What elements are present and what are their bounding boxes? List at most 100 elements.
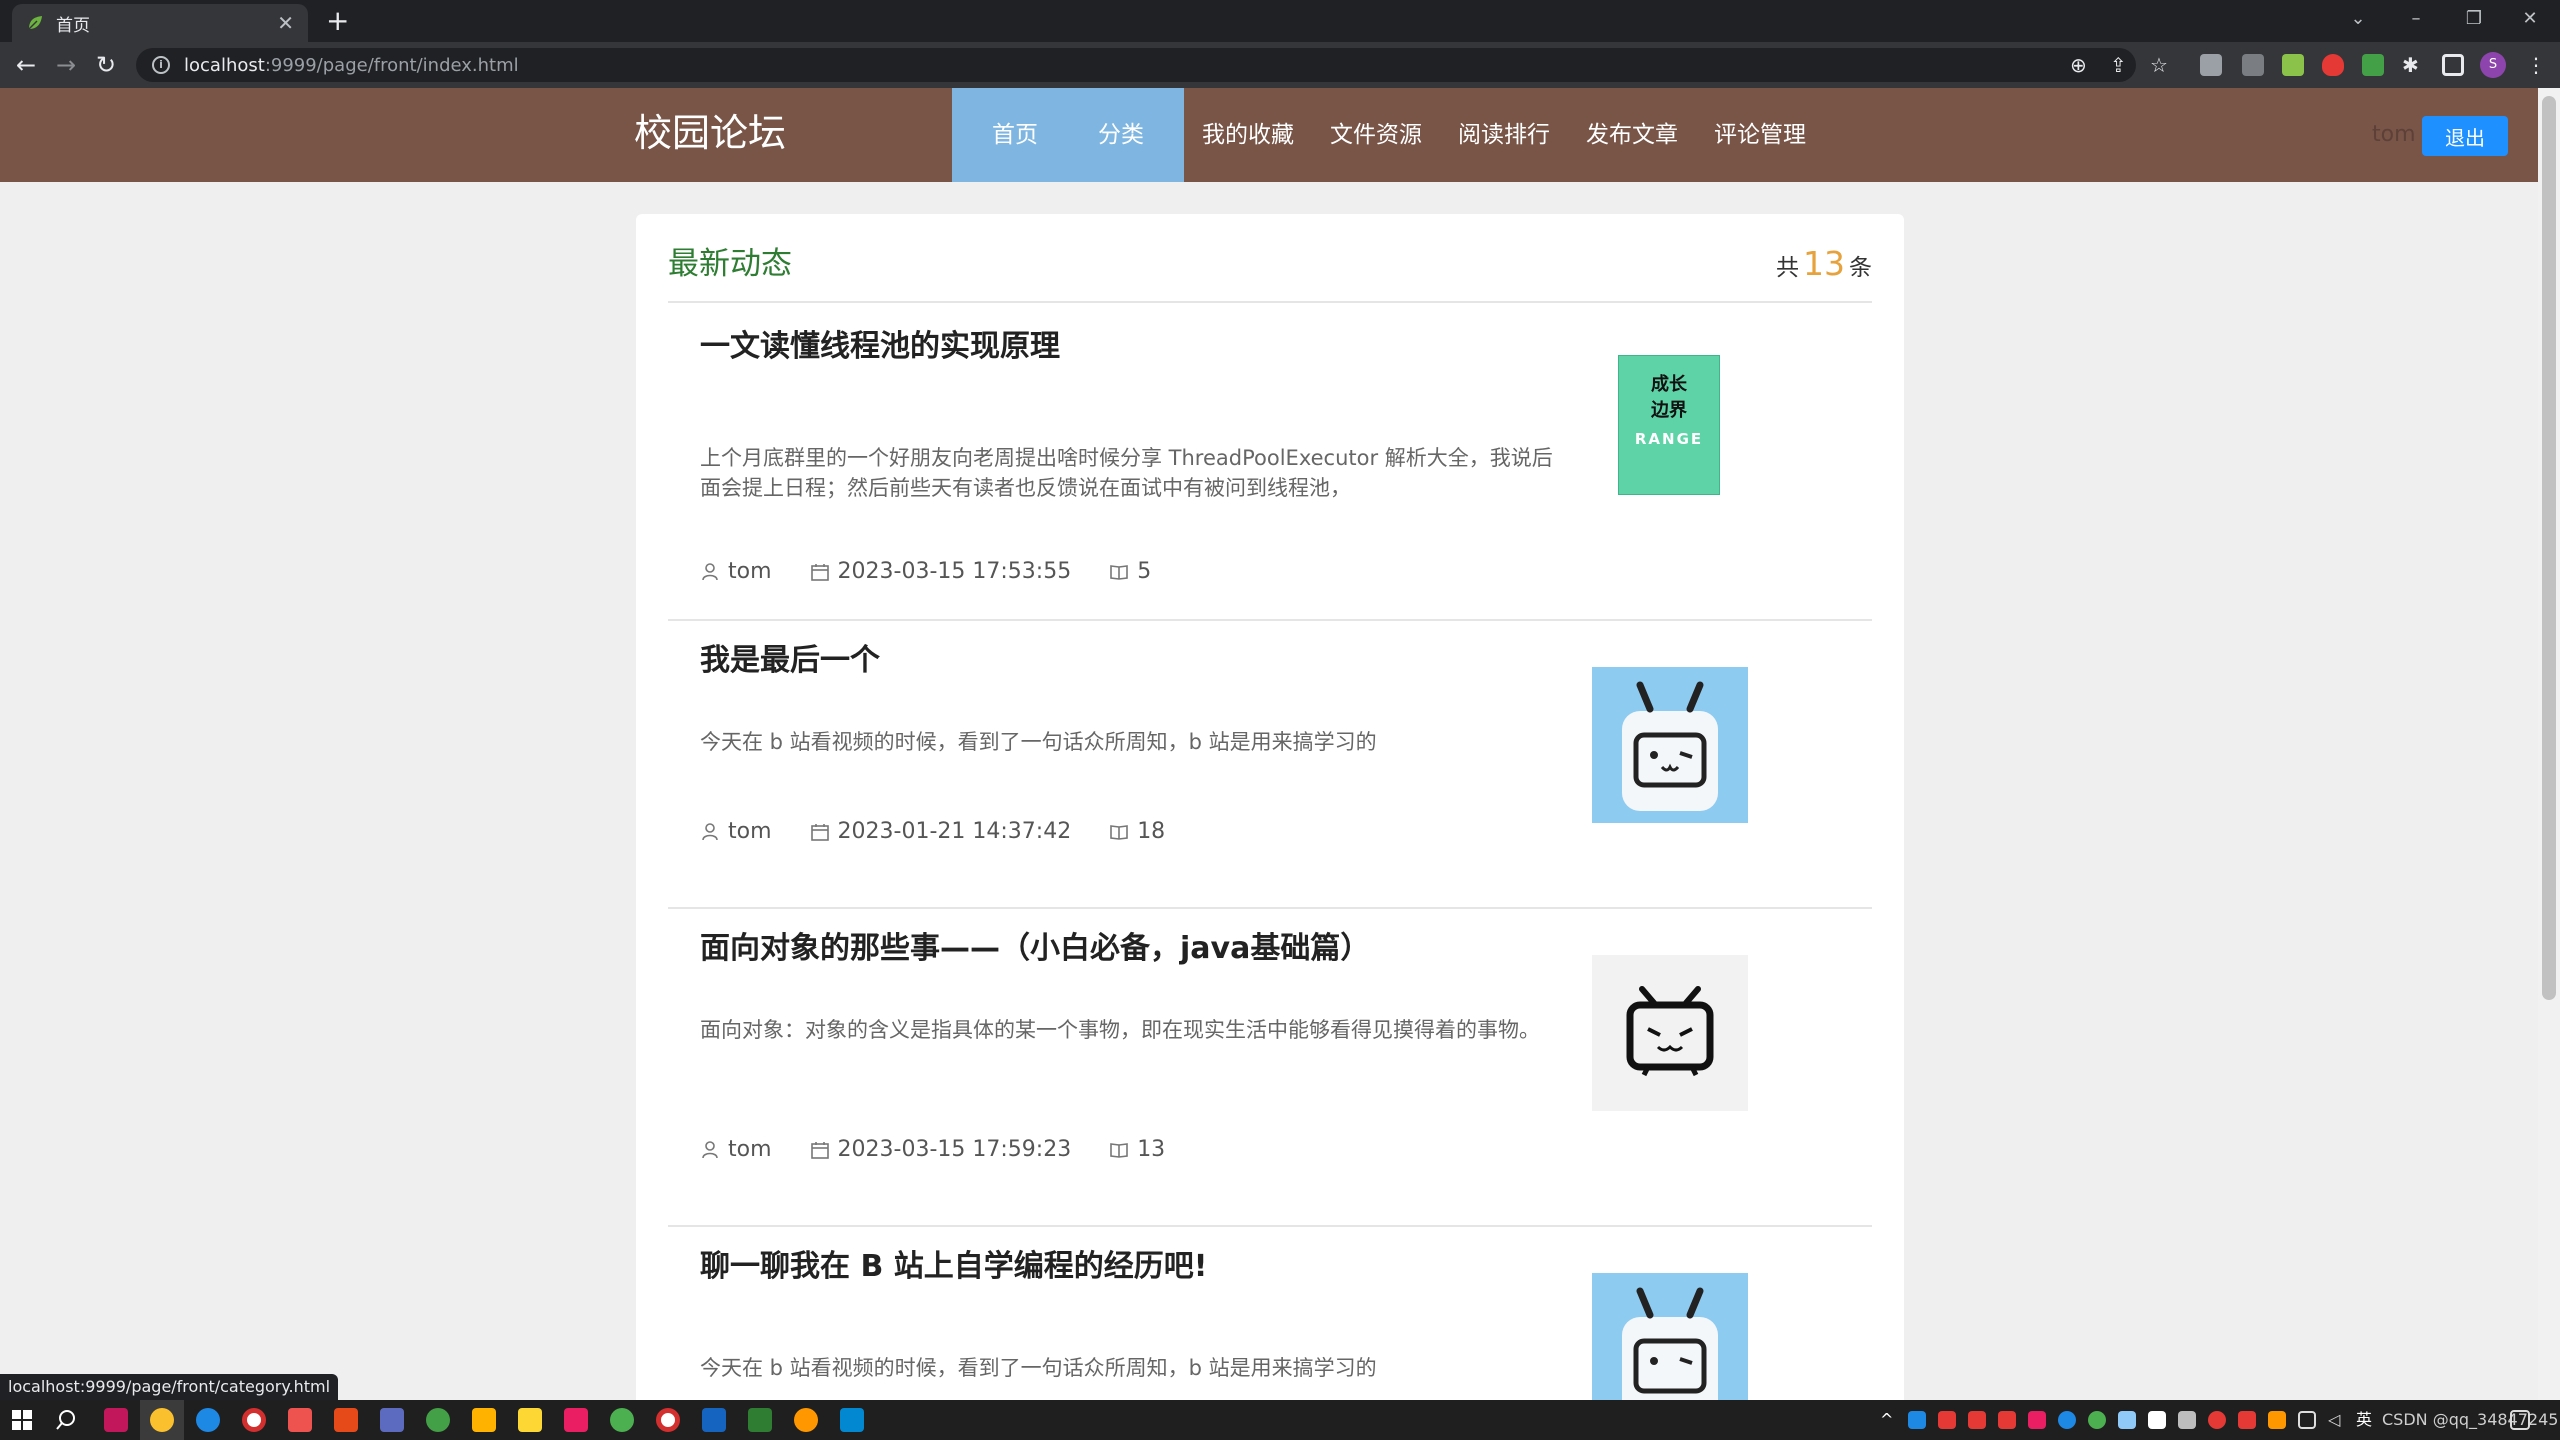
article-title[interactable]: 我是最后一个 [700, 641, 880, 681]
record-icon[interactable] [656, 1408, 680, 1432]
nav-publish[interactable]: 发布文章 [1568, 88, 1696, 182]
app-icon[interactable] [334, 1408, 358, 1432]
scrollbar-thumb[interactable] [2542, 96, 2556, 1000]
tv-mascot-image[interactable] [1592, 1273, 1748, 1400]
article-author: tom [728, 819, 772, 844]
chrome-icon[interactable] [150, 1408, 174, 1432]
browser-tab-bar: 首页 ✕ + ⌄ – ❐ ✕ [0, 0, 2560, 42]
back-icon[interactable]: ← [8, 48, 44, 82]
app-icon[interactable] [288, 1408, 312, 1432]
article-date: 2023-03-15 17:53:55 [837, 559, 1072, 584]
extension-shield-icon[interactable] [2322, 54, 2344, 76]
new-tab-icon[interactable]: + [326, 6, 349, 36]
article-excerpt: 今天在 b 站看视频的时候，看到了一句话众所周知，b 站是用来搞学习的 [700, 1356, 1377, 1380]
tray-icon[interactable] [1968, 1411, 1986, 1429]
nav-ranking[interactable]: 阅读排行 [1440, 88, 1568, 182]
article-excerpt: 面向对象：对象的含义是指具体的某一个事物，即在现实生活中能够看得见摸得着的事物。 [700, 1018, 1540, 1042]
chevron-up-icon[interactable]: ^ [1880, 1408, 1896, 1432]
tray-icon[interactable] [2028, 1411, 2046, 1429]
nav-files[interactable]: 文件资源 [1312, 88, 1440, 182]
search-icon[interactable] [54, 1408, 78, 1432]
count-prefix: 共 [1776, 255, 1799, 281]
reload-icon[interactable]: ↻ [88, 48, 124, 82]
article-item[interactable]: 一文读懂线程池的实现原理 上个月底群里的一个好朋友向老周提出啥时候分享 Thre… [668, 303, 1872, 621]
window-close-icon[interactable]: ✕ [2510, 4, 2550, 34]
article-date: 2023-03-15 17:59:23 [837, 1137, 1072, 1162]
tv-mascot-image[interactable] [1592, 667, 1748, 823]
browser-tab[interactable]: 首页 ✕ [12, 4, 308, 42]
restore-icon[interactable]: ❐ [2454, 4, 2494, 34]
tray-icon[interactable] [1998, 1411, 2016, 1429]
folder-icon[interactable] [472, 1408, 496, 1432]
minimize-icon[interactable]: – [2396, 4, 2436, 34]
nav-comments[interactable]: 评论管理 [1696, 88, 1824, 182]
article-item[interactable]: 面向对象的那些事——（小白必备，java基础篇） 面向对象：对象的含义是指具体的… [668, 909, 1872, 1227]
browser-icon[interactable] [196, 1408, 220, 1432]
star-icon[interactable]: ☆ [2150, 52, 2168, 78]
user-icon [702, 823, 718, 841]
sync-icon[interactable] [426, 1408, 450, 1432]
nav-home[interactable]: 首页 [952, 88, 1078, 182]
address-bar[interactable]: i localhost:9999/page/front/index.html [136, 48, 2136, 82]
tray-icon[interactable] [2118, 1411, 2136, 1429]
calendar-icon [810, 824, 829, 841]
article-views: 18 [1137, 819, 1166, 844]
tv-logo-image[interactable] [1592, 955, 1748, 1111]
tray-icon[interactable] [1938, 1411, 1956, 1429]
info-icon[interactable]: i [152, 56, 170, 74]
app-icon[interactable] [564, 1408, 588, 1432]
url-path: :9999/page/front/index.html [264, 54, 519, 76]
site-title[interactable]: 校园论坛 [634, 108, 786, 158]
link-status-bar: localhost:9999/page/front/category.html [0, 1374, 339, 1400]
article-item[interactable]: 聊一聊我在 B 站上自学编程的经历吧! 今天在 b 站看视频的时候，看到了一句话… [668, 1227, 1872, 1400]
tray-icon[interactable] [2268, 1411, 2286, 1429]
tray-wechat-icon[interactable] [2088, 1411, 2106, 1429]
logout-button[interactable]: 退出 [2422, 116, 2508, 156]
nav-favorites[interactable]: 我的收藏 [1184, 88, 1312, 182]
book-icon [1110, 565, 1128, 580]
article-thumbnail[interactable]: 成长 边界 RANGE [1592, 355, 1748, 511]
extension-chat-icon[interactable] [2200, 54, 2222, 76]
windows-start-icon[interactable] [10, 1408, 34, 1432]
app-icon[interactable] [380, 1408, 404, 1432]
zoom-icon[interactable]: ⊕ [2070, 52, 2087, 78]
menu-icon[interactable]: ⋮ [2526, 52, 2546, 78]
article-title[interactable]: 面向对象的那些事——（小白必备，java基础篇） [700, 929, 1370, 969]
folder-icon[interactable] [518, 1408, 542, 1432]
article-item[interactable]: 我是最后一个 今天在 b 站看视频的时候，看到了一句话众所周知，b 站是用来搞学… [668, 621, 1872, 909]
page-scrollbar[interactable] [2538, 88, 2560, 1400]
feed-card: 最新动态 共 13 条 一文读懂线程池的实现原理 上个月底群里的一个好朋友向老周提出… [636, 214, 1904, 1400]
extension-camera-icon[interactable] [2242, 54, 2264, 76]
tray-icon[interactable] [2148, 1411, 2166, 1429]
tray-icon[interactable] [2238, 1411, 2256, 1429]
feed-count: 共 13 条 [1776, 244, 1872, 288]
share-icon[interactable]: ⇪ [2110, 52, 2127, 78]
count-number: 13 [1803, 244, 1845, 283]
feed-header: 最新动态 共 13 条 [668, 214, 1872, 303]
puzzle-icon[interactable]: ✱ [2402, 52, 2419, 78]
nav-category[interactable]: 分类 [1078, 88, 1184, 182]
app-icon[interactable] [702, 1408, 726, 1432]
notification-icon[interactable] [2510, 1410, 2530, 1430]
network-icon[interactable] [2298, 1411, 2316, 1429]
chevron-down-icon[interactable]: ⌄ [2338, 4, 2378, 34]
article-title[interactable]: 聊一聊我在 B 站上自学编程的经历吧! [700, 1247, 1207, 1287]
sidepanel-icon[interactable] [2442, 54, 2464, 76]
microphone-icon[interactable] [2178, 1411, 2196, 1429]
browser-toolbar: ← → ↻ i localhost:9999/page/front/index.… [0, 42, 2560, 88]
app-icon[interactable] [794, 1408, 818, 1432]
profile-avatar[interactable]: S [2480, 52, 2506, 78]
ide-icon[interactable] [104, 1408, 128, 1432]
extension-pen-icon[interactable] [2362, 54, 2384, 76]
record-icon[interactable] [242, 1408, 266, 1432]
wechat-icon[interactable] [610, 1408, 634, 1432]
app-icon[interactable] [748, 1408, 772, 1432]
editor-icon[interactable] [840, 1408, 864, 1432]
tray-icon[interactable] [2058, 1411, 2076, 1429]
tray-icon[interactable] [1908, 1411, 1926, 1429]
forward-icon[interactable]: → [48, 48, 84, 82]
extension-image-icon[interactable] [2282, 54, 2304, 76]
close-icon[interactable]: ✕ [277, 13, 294, 33]
article-title[interactable]: 一文读懂线程池的实现原理 [700, 327, 1060, 367]
tray-icon[interactable] [2208, 1411, 2226, 1429]
